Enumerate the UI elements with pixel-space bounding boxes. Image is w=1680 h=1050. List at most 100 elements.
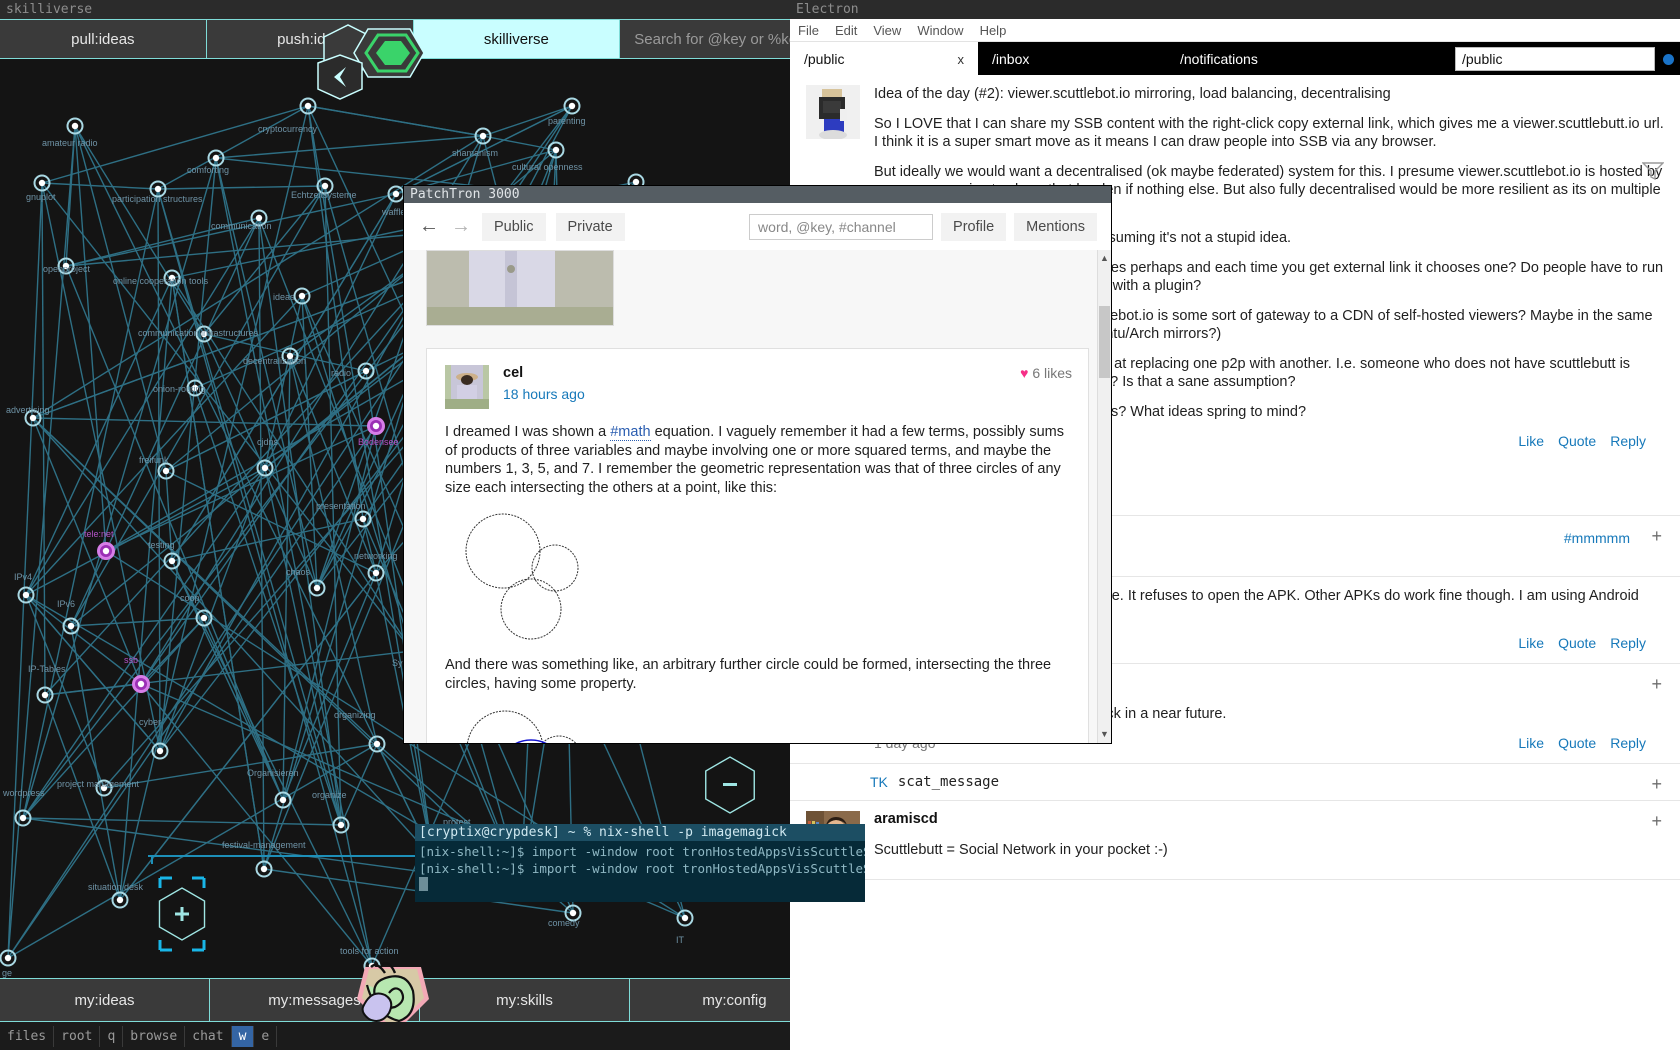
tab-inbox[interactable]: /inbox (978, 42, 1166, 76)
graph-edge (41, 182, 159, 190)
graph-node-label: radio (331, 368, 351, 378)
avatar[interactable] (445, 365, 489, 409)
terminal-prompt-line: [cryptix@crypdesk] ~ % nix-shell -p imag… (415, 824, 865, 841)
graph-node-dot (392, 190, 400, 198)
close-icon[interactable]: x (958, 52, 965, 67)
forward-arrow-icon[interactable]: → (450, 215, 472, 238)
graph-node-label: cyber (139, 717, 161, 727)
tab-my-ideas[interactable]: my:ideas (0, 979, 210, 1021)
post-actions: Like Quote Reply (1518, 735, 1646, 751)
channel-label[interactable]: #mmmmm (1564, 530, 1630, 546)
patchtron-scroll-area[interactable]: ♥ 6 likes cel 18 hours ago I dreamed I w… (404, 250, 1111, 743)
zoom-in-icon[interactable] (175, 907, 189, 921)
post-author[interactable]: cel (503, 365, 1070, 381)
reply-button[interactable]: Reply (1610, 635, 1646, 651)
graph-edge (157, 105, 309, 190)
graph-node-label: networking (354, 551, 398, 561)
reply-button[interactable]: Reply (1610, 735, 1646, 751)
graph-edge (282, 572, 377, 801)
graph-node-label: IP-Tables (28, 664, 66, 674)
graph-node-dot (260, 865, 268, 873)
tab-pull-ideas[interactable]: pull:ideas (0, 20, 207, 58)
terminal-window[interactable]: [cryptix@crypdesk] ~ % nix-shell -p imag… (415, 824, 865, 902)
electron-menubar: File Edit View Window Help (790, 19, 1680, 42)
address-input[interactable]: /public (1455, 47, 1655, 71)
graph-edge (44, 694, 121, 901)
tab-notifications[interactable]: /notifications (1166, 42, 1354, 76)
graph-node-label: ideas (273, 292, 295, 302)
graph-node-label: participation structures (112, 194, 203, 204)
tray-item-w[interactable]: w (231, 1025, 255, 1047)
menu-help[interactable]: Help (980, 23, 1007, 38)
back-arrow-icon[interactable]: ← (418, 215, 440, 238)
graph-node-dot (212, 154, 220, 162)
quote-button[interactable]: Quote (1558, 735, 1596, 751)
graph-node-label: wordpress (2, 788, 45, 798)
graph-node-label: organize (312, 790, 347, 800)
post-paragraph-2: And there was something like, an arbitra… (445, 657, 1052, 692)
graph-edge (70, 625, 121, 901)
tab-public-label: /public (804, 51, 845, 67)
menu-view[interactable]: View (873, 23, 901, 38)
tray-item-browse[interactable]: browse (123, 1025, 186, 1047)
zoom-out-icon[interactable] (723, 783, 737, 786)
post-image-thumbnail[interactable] (426, 250, 614, 326)
post-paragraph: So I LOVE that I can share my SSB conten… (874, 116, 1664, 150)
like-button[interactable]: Like (1518, 433, 1544, 449)
quote-button[interactable]: Quote (1558, 433, 1596, 449)
mentions-button[interactable]: Mentions (1014, 212, 1097, 241)
avatar[interactable] (806, 85, 860, 139)
menu-file[interactable]: File (798, 23, 819, 38)
profile-button[interactable]: Profile (941, 212, 1007, 241)
tab-public[interactable]: /public x (790, 42, 978, 76)
graph-node-label: advertising (6, 405, 50, 415)
add-icon[interactable]: + (1651, 526, 1662, 547)
graph-node-label: cryptocurrency (258, 124, 318, 134)
scroll-up-icon[interactable]: ▲ (1099, 252, 1110, 265)
tab-skilliverse[interactable]: skilliverse (413, 20, 621, 58)
tray-item-q[interactable]: q (100, 1025, 124, 1047)
graph-node-label: freifunk (139, 455, 169, 465)
add-icon[interactable]: + (1651, 774, 1662, 795)
graph-node-dot (279, 796, 287, 804)
tab-my-skills[interactable]: my:skills (420, 979, 630, 1021)
patchtron-search-input[interactable]: word, @key, #channel (749, 213, 934, 240)
graph-node-dot (38, 179, 46, 187)
graph-node-label: ge (2, 968, 12, 978)
graph-node-dot (19, 814, 27, 822)
graph-node-label: cjdns (257, 437, 279, 447)
scrollbar-thumb[interactable] (1099, 306, 1110, 378)
add-icon[interactable]: + (1651, 674, 1662, 695)
tray-item-root[interactable]: root (54, 1025, 101, 1047)
reply-button[interactable]: Reply (1610, 433, 1646, 449)
post-paragraph: Scuttlebutt = Social Network in your poc… (874, 842, 1168, 858)
like-button[interactable]: Like (1518, 735, 1544, 751)
patchtron-search-group: word, @key, #channel Profile Mentions (749, 212, 1097, 241)
graph-node-label: comforting (187, 165, 229, 175)
graph-edge (215, 135, 484, 159)
menu-edit[interactable]: Edit (835, 23, 857, 38)
add-icon[interactable]: + (1651, 811, 1662, 832)
filter-icon[interactable] (1642, 161, 1664, 181)
like-count[interactable]: ♥ 6 likes (1020, 365, 1072, 381)
patchtron-toolbar: ← → Public Private word, @key, #channel … (404, 203, 1111, 251)
connection-status-dot (1663, 53, 1674, 65)
graph-node-label: cultural openness (512, 162, 583, 172)
quote-button[interactable]: Quote (1558, 635, 1596, 651)
tray-item-chat[interactable]: chat (185, 1025, 232, 1047)
tray-item-e[interactable]: e (254, 1025, 278, 1047)
terminal-cursor (419, 877, 428, 891)
post-timestamp[interactable]: 18 hours ago (503, 386, 585, 402)
post-paragraph-1: I dreamed I was shown a #math equation. … (445, 423, 1070, 497)
like-button[interactable]: Like (1518, 635, 1544, 651)
math-channel-link[interactable]: #math (610, 424, 651, 441)
graph-node-dot (632, 178, 640, 186)
scroll-down-icon[interactable]: ▼ (1099, 728, 1110, 741)
private-button[interactable]: Private (555, 212, 625, 241)
public-button[interactable]: Public (482, 212, 546, 241)
post-author[interactable]: aramiscd (874, 811, 938, 827)
graph-node-label: Bodensee (358, 437, 399, 447)
menu-window[interactable]: Window (917, 23, 963, 38)
patchtron-scrollbar[interactable]: ▲ ▼ (1097, 250, 1111, 743)
tray-item-files[interactable]: files (0, 1025, 55, 1047)
